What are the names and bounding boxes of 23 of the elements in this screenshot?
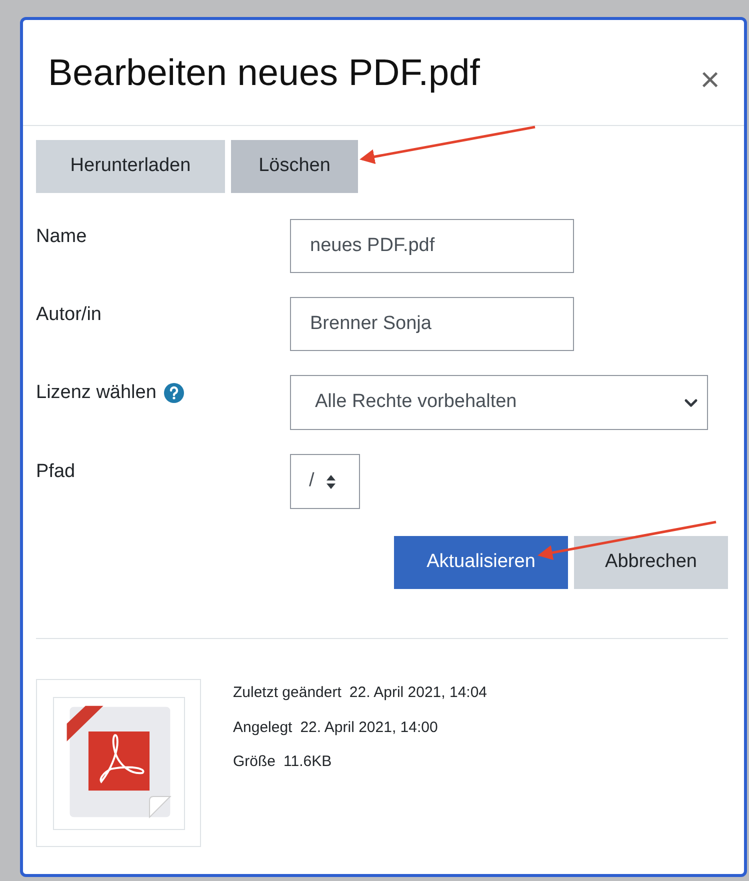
license-dropdown[interactable]: Alle Rechte vorbehalten (290, 375, 708, 430)
cancel-button[interactable]: Abbrechen (574, 536, 728, 589)
info-value: 22. April 2021, 14:04 (349, 683, 488, 703)
field-label: Autor/in (36, 303, 102, 327)
info-label: Zuletzt geändert (233, 683, 342, 703)
text-field[interactable]: Brenner Sonja (290, 297, 574, 351)
file-action-button[interactable]: Löschen (231, 140, 358, 193)
field-label: Name (36, 225, 87, 249)
help-icon[interactable] (164, 383, 184, 404)
up-down-icon (326, 474, 336, 490)
field-label: Pfad (36, 460, 76, 484)
file-action-button[interactable]: Herunterladen (36, 140, 225, 193)
update-button[interactable]: Aktualisieren (394, 536, 568, 589)
pdf-file-icon (52, 696, 184, 830)
info-label: Angelegt (233, 718, 292, 738)
close-button[interactable]: × (700, 48, 720, 96)
dialog-title: Bearbeiten neues PDF.pdf (48, 50, 480, 95)
path-select[interactable]: / (290, 454, 360, 509)
field-label: Lizenz wählen (36, 381, 156, 405)
info-value: 22. April 2021, 14:00 (300, 718, 438, 738)
info-value: 11.6KB (284, 752, 332, 772)
info-label: Größe (233, 752, 276, 772)
text-field[interactable]: neues PDF.pdf (290, 219, 574, 273)
